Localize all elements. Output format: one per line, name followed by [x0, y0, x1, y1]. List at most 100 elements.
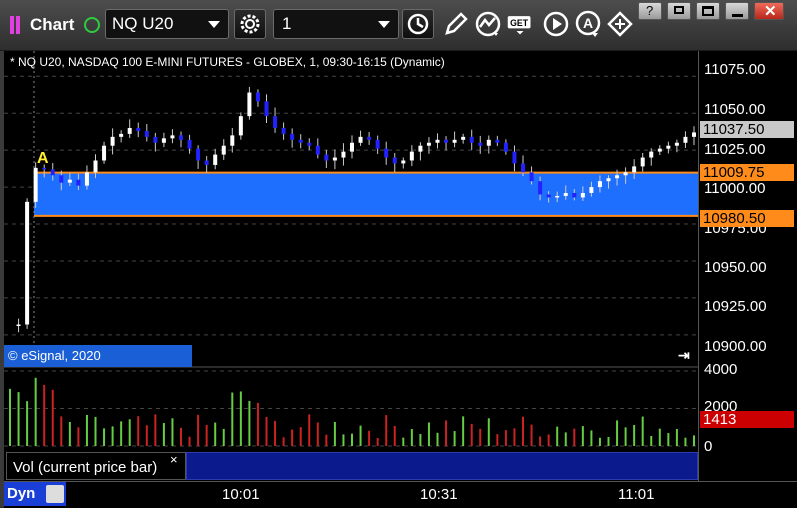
candle-body — [503, 142, 508, 152]
volume-bar — [427, 422, 430, 446]
help-button[interactable]: ? — [638, 2, 662, 20]
candle-body — [341, 151, 346, 158]
volume-bar — [145, 425, 148, 446]
candle-body — [196, 148, 201, 161]
svg-text:GET: GET — [510, 18, 529, 28]
dyn-button[interactable]: Dyn — [4, 482, 66, 506]
chart-area[interactable] — [4, 51, 797, 507]
volume-bar — [675, 428, 678, 446]
close-button[interactable]: ✕ — [754, 2, 784, 20]
volume-tick: 4000 — [704, 361, 738, 378]
volume-bar — [9, 388, 11, 446]
candle-body — [606, 178, 611, 182]
volume-bar — [77, 427, 80, 446]
time-tick: 10:31 — [420, 486, 458, 503]
candle-body — [392, 157, 397, 164]
current-price-tag: 11037.50 — [700, 121, 794, 138]
candle-body — [350, 142, 354, 152]
price-tick: 11075.00 — [704, 61, 766, 78]
volume-bar — [308, 414, 311, 446]
volume-bar — [633, 425, 636, 446]
candle-body — [546, 194, 551, 198]
study-label-box[interactable]: Vol (current price bar) — [6, 452, 186, 480]
candle-body — [418, 145, 423, 152]
restore-icon — [674, 6, 684, 14]
price-tick: 10950.00 — [704, 259, 767, 276]
chevron-down-icon — [208, 21, 220, 28]
candle-body — [16, 324, 21, 326]
volume-bar — [51, 389, 54, 446]
symbol-selector[interactable]: NQ U20 — [105, 9, 229, 39]
volume-bar — [26, 401, 29, 446]
restore-button[interactable] — [667, 2, 691, 20]
get-data-icon[interactable]: GET — [506, 10, 534, 38]
candle-body — [247, 92, 252, 117]
volume-bar — [410, 429, 413, 446]
volume-bar — [128, 419, 131, 446]
play-icon[interactable] — [542, 10, 570, 38]
volume-bar — [402, 437, 405, 446]
volume-bar — [239, 391, 242, 446]
volume-bar — [693, 435, 695, 446]
settings-button[interactable] — [234, 9, 266, 39]
candle-body — [435, 139, 440, 143]
volume-bar — [513, 428, 516, 446]
volume-bar — [359, 425, 362, 446]
study-close-icon[interactable]: × — [170, 452, 178, 467]
volume-bar — [188, 436, 191, 446]
volume-bar — [265, 416, 268, 446]
volume-bar — [522, 416, 524, 446]
time-button[interactable] — [402, 9, 434, 39]
time-axis[interactable] — [4, 481, 797, 508]
candle-body — [315, 145, 320, 155]
candle-body — [50, 169, 55, 176]
copyright-text: © eSignal, 2020 — [8, 348, 101, 363]
pencil-icon[interactable] — [442, 10, 470, 38]
candle-body — [632, 166, 637, 173]
candle-body — [230, 135, 235, 146]
candle-body — [110, 136, 115, 146]
volume-bar — [616, 420, 619, 446]
toolbar: Chart NQ U20 1 GET A ? ✕ — [0, 0, 797, 51]
scroll-end-icon[interactable]: ⇥ — [678, 347, 690, 364]
candle-body — [59, 175, 64, 183]
minimize-button[interactable] — [725, 2, 749, 20]
chart-title: Chart — [30, 15, 75, 34]
volume-bar — [94, 416, 97, 446]
candle-body — [144, 130, 149, 137]
gear-icon — [240, 14, 260, 34]
candle-body — [666, 145, 671, 149]
candle-body — [67, 179, 72, 183]
candle-body — [42, 167, 47, 170]
price-tick: 10925.00 — [704, 298, 767, 315]
candle-body — [161, 138, 166, 143]
volume-bar — [291, 429, 294, 446]
volume-bar — [274, 420, 277, 446]
candle-body — [273, 116, 278, 128]
alert-icon[interactable]: A — [574, 10, 602, 38]
price-axis[interactable] — [698, 51, 797, 367]
close-icon: ✕ — [764, 3, 777, 20]
candle-body — [187, 139, 192, 149]
volume-bar — [436, 432, 439, 446]
tools-icon[interactable] — [606, 10, 634, 38]
candle-body — [375, 139, 380, 149]
dyn-label: Dyn — [7, 485, 36, 502]
interval-selector[interactable]: 1 — [273, 9, 399, 39]
volume-bar — [641, 416, 644, 446]
maximize-button[interactable] — [696, 2, 720, 20]
volume-bar — [590, 430, 593, 446]
svg-text:A: A — [583, 15, 593, 31]
candle-body — [409, 151, 414, 161]
volume-bar — [667, 433, 670, 446]
candle-body — [238, 116, 243, 136]
candle-body — [444, 139, 449, 143]
volume-bar — [299, 427, 302, 446]
study-icon[interactable] — [474, 10, 502, 38]
link-status-icon[interactable] — [84, 17, 100, 33]
candle-body — [623, 172, 628, 176]
candle-body — [25, 201, 30, 325]
time-tick: 10:01 — [222, 486, 260, 503]
chart-window: Chart NQ U20 1 GET A ? ✕ * NQ U20, NASDA… — [0, 0, 797, 508]
candle-body — [153, 136, 158, 143]
